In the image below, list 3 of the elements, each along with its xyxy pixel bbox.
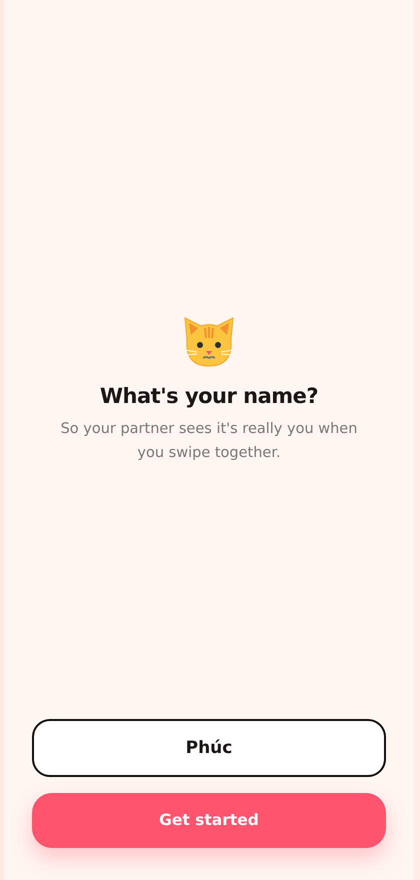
- subtitle: So your partner sees it's really you when you swipe together.: [60, 420, 358, 464]
- heading: What's your name?: [100, 384, 318, 410]
- name-field[interactable]: Phúc: [32, 719, 386, 777]
